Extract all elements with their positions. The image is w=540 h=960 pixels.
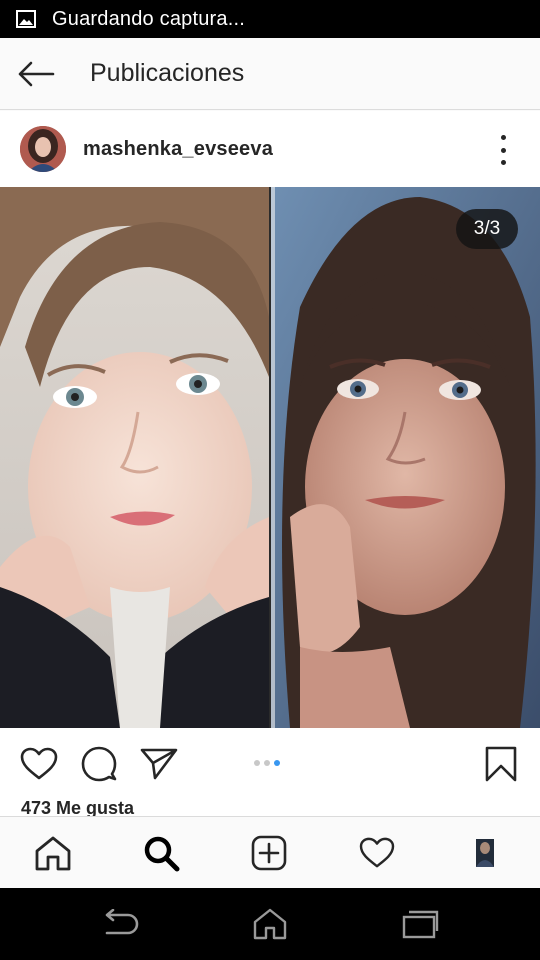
carousel-indicator [254,760,280,766]
status-bar: Guardando captura... [0,0,540,38]
username[interactable]: mashenka_evseeva [83,138,273,161]
carousel-dot [264,760,270,766]
post-actions [0,728,540,798]
save-button[interactable] [481,744,521,784]
nav-search[interactable] [139,831,183,875]
more-vertical-icon [500,135,506,140]
arrow-left-icon [18,61,55,86]
home-icon [253,908,287,940]
status-text: Guardando captura... [52,7,246,30]
app-header: Publicaciones [0,38,540,110]
back-icon [105,909,139,935]
page-title: Publicaciones [90,59,245,87]
photo-counter-badge: 3/3 [456,209,518,249]
likes-row: 473 Me gusta [0,798,540,818]
carousel-dot [254,760,260,766]
nav-profile[interactable] [463,831,507,875]
like-button[interactable] [19,744,59,784]
post-image[interactable]: 3/3 [0,187,540,728]
share-button[interactable] [139,744,179,784]
add-icon [251,835,287,871]
comment-button[interactable] [79,744,119,784]
system-nav-bar [0,888,540,960]
comment-icon [81,746,117,782]
post-header: mashenka_evseeva [0,111,540,187]
more-dot [500,147,506,153]
nav-activity[interactable] [355,831,399,875]
home-icon [35,836,71,871]
more-dot [500,160,506,165]
bottom-nav [0,816,540,888]
back-button[interactable] [0,38,72,110]
carousel-dot-active [274,760,280,766]
heart-icon [20,747,58,780]
system-back-button[interactable] [98,906,142,942]
avatar[interactable] [20,126,66,172]
nav-add[interactable] [247,831,291,875]
search-icon [144,836,180,872]
photo-collage [0,187,540,728]
system-recents-button[interactable] [398,906,442,942]
bookmark-icon [485,746,517,782]
share-icon [140,748,178,780]
more-options-button[interactable] [490,135,516,165]
nav-home[interactable] [31,831,75,875]
activity-heart-icon [359,837,395,868]
likes-count[interactable]: 473 Me gusta [21,798,134,818]
profile-avatar [476,839,494,867]
avatar-image [20,126,66,172]
system-home-button[interactable] [248,906,292,942]
recents-icon [402,910,439,939]
image-icon [16,10,36,28]
